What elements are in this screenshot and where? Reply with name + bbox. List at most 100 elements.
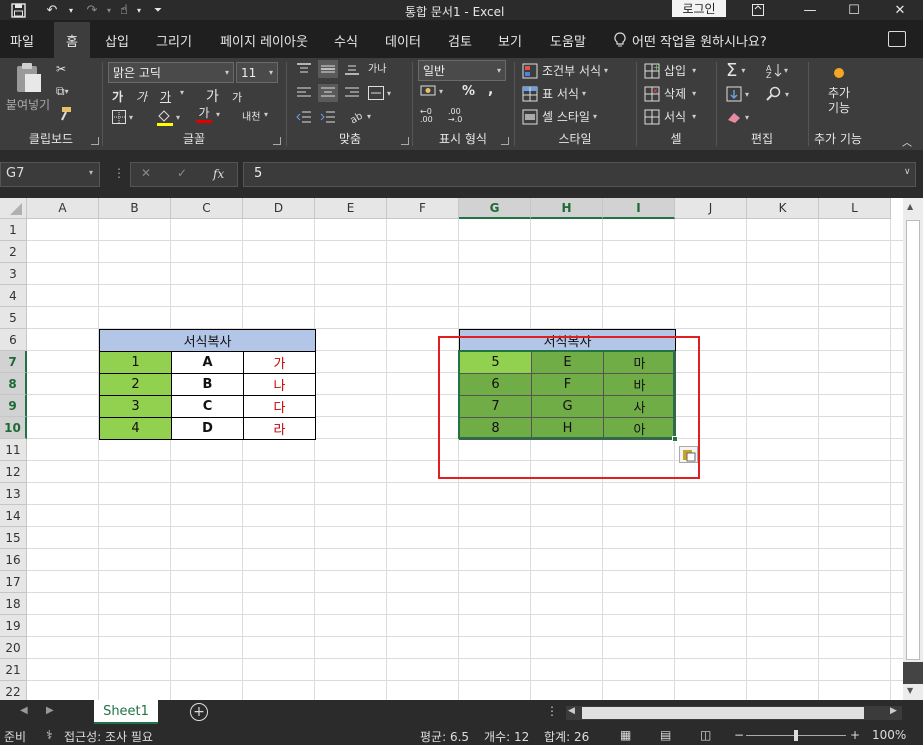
row-header-17[interactable]: 17 (0, 571, 27, 593)
page-break-view-icon[interactable]: ◫ (700, 728, 711, 742)
left-table-hangul-cell[interactable]: 나 (243, 373, 316, 396)
column-header-e[interactable]: E (315, 198, 387, 219)
alignment-launcher-icon[interactable] (401, 137, 409, 145)
name-box[interactable]: G7 ▾ (0, 162, 100, 187)
split-handle-icon[interactable]: ⋮ (546, 704, 558, 718)
fill-color-icon[interactable]: ▾ (156, 108, 180, 126)
orientation-icon[interactable]: ab ▾ (348, 108, 371, 124)
row-header-16[interactable]: 16 (0, 549, 27, 571)
column-header-k[interactable]: K (747, 198, 819, 219)
tab-formulas[interactable]: 수식 (326, 22, 366, 58)
collapse-ribbon-icon[interactable]: ︿ (902, 134, 912, 149)
align-middle-icon[interactable] (318, 60, 338, 78)
copy-icon[interactable]: ⧉ ▾ (56, 84, 69, 99)
tab-draw[interactable]: 그리기 (146, 22, 202, 58)
insert-cells-button[interactable]: + 삽입 ▾ (644, 62, 696, 79)
column-header-l[interactable]: L (819, 198, 891, 219)
zoom-in-icon[interactable]: + (850, 728, 860, 742)
customize-qat-icon[interactable]: ⏷ (148, 0, 168, 20)
row-header-14[interactable]: 14 (0, 505, 27, 527)
undo-icon[interactable]: ↶ (40, 0, 64, 20)
redo-dropdown-icon[interactable]: ▾ (104, 0, 114, 20)
left-table-letter-cell[interactable]: A (171, 351, 244, 374)
login-button[interactable]: 로그인 (672, 0, 726, 17)
row-header-15[interactable]: 15 (0, 527, 27, 549)
cancel-icon[interactable]: ✕ (141, 166, 151, 180)
row-header-1[interactable]: 1 (0, 219, 27, 241)
conditional-formatting-button[interactable]: 조건부 서식 ▾ (522, 62, 608, 79)
align-center-icon[interactable] (318, 84, 338, 102)
comments-icon[interactable] (888, 31, 906, 47)
row-header-10[interactable]: 10 (0, 417, 27, 439)
row-header-11[interactable]: 11 (0, 439, 27, 461)
next-sheet-icon[interactable]: ▶ (46, 705, 54, 716)
font-color-dropdown-icon[interactable]: ▾ (216, 110, 220, 119)
paste-button[interactable]: 붙여넣기 (6, 62, 50, 118)
grow-font-button[interactable]: 가 (206, 86, 219, 106)
maximize-icon[interactable]: ☐ (834, 0, 874, 20)
left-table-number-cell[interactable]: 1 (99, 351, 172, 374)
touch-dropdown-icon[interactable]: ▾ (134, 0, 144, 20)
cell-styles-button[interactable]: 셀 스타일 ▾ (522, 108, 597, 125)
insert-function-icon[interactable]: fx (213, 167, 224, 181)
number-launcher-icon[interactable] (501, 137, 509, 145)
left-table-number-cell[interactable]: 4 (99, 417, 172, 440)
format-as-table-button[interactable]: 표 서식 ▾ (522, 85, 586, 102)
column-header-d[interactable]: D (243, 198, 315, 219)
left-table-hangul-cell[interactable]: 라 (243, 417, 316, 440)
close-icon[interactable]: ✕ (880, 0, 920, 20)
left-table-hangul-cell[interactable]: 가 (243, 351, 316, 374)
minimize-icon[interactable]: — (790, 0, 830, 20)
column-header-h[interactable]: H (531, 198, 603, 219)
font-name-combo[interactable]: 맑은 고딕 ▾ (108, 62, 234, 83)
ribbon-display-options-icon[interactable] (738, 0, 778, 20)
shrink-font-button[interactable]: 가 (232, 89, 242, 105)
find-select-icon[interactable]: ▾ (766, 86, 789, 102)
font-launcher-icon[interactable] (273, 137, 281, 145)
tab-help[interactable]: 도움말 (540, 22, 596, 58)
phonetic-button[interactable]: 내천 (242, 108, 260, 123)
underline-dropdown-icon[interactable]: ▾ (180, 88, 184, 97)
clear-icon[interactable]: ▾ (726, 110, 749, 124)
format-cells-button[interactable]: 서식 ▾ (644, 108, 696, 125)
tab-home[interactable]: 홈 (54, 22, 90, 58)
row-header-8[interactable]: 8 (0, 373, 27, 395)
autosum-icon[interactable]: Σ ▾ (726, 60, 745, 81)
align-top-icon[interactable] (296, 62, 312, 76)
row-header-13[interactable]: 13 (0, 483, 27, 505)
column-header-j[interactable]: J (675, 198, 747, 219)
fill-handle[interactable] (672, 436, 678, 442)
tab-page-layout[interactable]: 페이지 레이아웃 (212, 22, 316, 58)
increase-decimal-icon[interactable]: ←0.00 (420, 108, 433, 124)
left-table-letter-cell[interactable]: D (171, 417, 244, 440)
row-header-9[interactable]: 9 (0, 395, 27, 417)
horizontal-scrollbar[interactable]: ◀ ▶ (566, 706, 902, 720)
add-sheet-icon[interactable]: + (190, 703, 208, 721)
bold-button[interactable]: 가 (112, 88, 123, 105)
row-header-18[interactable]: 18 (0, 593, 27, 615)
increase-indent-icon[interactable] (320, 110, 336, 124)
row-header-4[interactable]: 4 (0, 285, 27, 307)
number-format-combo[interactable]: 일반 ▾ (418, 60, 506, 81)
italic-button[interactable]: 가 (136, 88, 147, 105)
tab-view[interactable]: 보기 (490, 22, 530, 58)
tab-file[interactable]: 파일 (0, 22, 44, 58)
align-left-icon[interactable] (296, 86, 312, 100)
column-header-b[interactable]: B (99, 198, 171, 219)
worksheet-grid[interactable]: ABCDEFGHIJKL 1 2 3 4 5 6 7 8 9 10 11 12 13 14 15 16 17 18… (0, 198, 903, 700)
enter-icon[interactable]: ✓ (177, 166, 187, 180)
delete-cells-button[interactable]: x 삭제 ▾ (644, 85, 696, 102)
prev-sheet-icon[interactable]: ◀ (20, 705, 28, 716)
zoom-slider-thumb[interactable] (794, 730, 798, 741)
left-table-letter-cell[interactable]: C (171, 395, 244, 418)
row-header-6[interactable]: 6 (0, 329, 27, 351)
row-header-22[interactable]: 22 (0, 681, 27, 700)
formula-input[interactable]: 5 (243, 162, 916, 187)
column-header-g[interactable]: G (459, 198, 531, 219)
expand-formula-bar-icon[interactable]: ∨ (904, 167, 911, 177)
accounting-format-icon[interactable]: ▾ (420, 84, 443, 98)
decrease-indent-icon[interactable] (296, 110, 312, 124)
borders-icon[interactable]: ▾ (112, 110, 133, 124)
wrap-text-icon[interactable]: 가나 (368, 60, 386, 75)
normal-view-icon[interactable]: ▦ (620, 728, 631, 742)
